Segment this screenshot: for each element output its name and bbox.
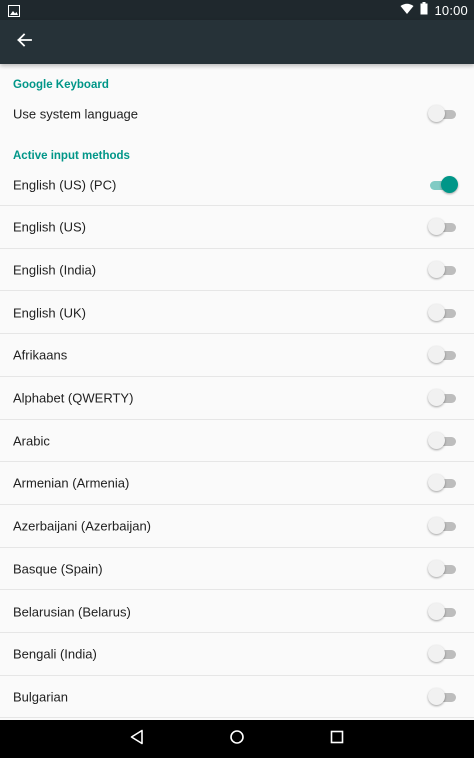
input-method-row[interactable]: Alphabet (QWERTY): [0, 377, 474, 420]
input-method-label: Bengali (India): [13, 646, 97, 662]
arrow-back-icon: [16, 32, 32, 53]
settings-list: Google Keyboard Use system language Acti…: [0, 64, 474, 720]
input-method-switch[interactable]: [428, 687, 458, 706]
input-method-row[interactable]: Belarusian (Belarus): [0, 590, 474, 633]
switch-thumb: [441, 175, 458, 193]
input-method-row[interactable]: Basque (Spain): [0, 547, 474, 591]
input-method-label: Belarusian (Belarus): [13, 604, 131, 619]
use-system-language-label: Use system language: [13, 106, 139, 121]
input-method-row[interactable]: Armenian (Armenia): [0, 462, 474, 505]
nav-recents-square-icon: [330, 730, 344, 749]
input-method-row[interactable]: Azerbaijani (Azerbaijan): [0, 505, 474, 548]
input-method-label: Afrikaans: [13, 347, 68, 363]
input-method-label: Armenian (Armenia): [13, 475, 130, 491]
input-method-row[interactable]: English (UK): [0, 291, 474, 335]
input-method-row[interactable]: English (US): [0, 206, 474, 249]
switch-thumb: [428, 474, 445, 492]
status-bar: 10:00: [0, 0, 474, 20]
input-method-switch[interactable]: [428, 303, 458, 322]
use-system-language-switch[interactable]: [428, 104, 458, 123]
input-method-switch[interactable]: [428, 431, 458, 450]
input-method-switch[interactable]: [428, 260, 458, 279]
row-divider: [0, 717, 474, 719]
input-method-row[interactable]: Bulgarian: [0, 675, 474, 719]
switch-thumb: [428, 346, 445, 364]
wifi-icon: [400, 3, 414, 18]
switch-thumb: [428, 389, 445, 406]
nav-home-circle-icon: [229, 729, 245, 750]
input-method-row[interactable]: Afrikaans: [0, 334, 474, 377]
input-method-row[interactable]: Arabic: [0, 419, 474, 463]
switch-thumb: [428, 431, 445, 449]
nav-back-button[interactable]: [122, 724, 152, 754]
input-method-label: English (US) (PC): [13, 177, 117, 192]
input-method-switch[interactable]: [428, 602, 458, 621]
nav-bar: [0, 720, 474, 758]
input-method-switch[interactable]: [428, 175, 458, 194]
switch-thumb: [428, 104, 445, 122]
input-method-label: Bulgarian: [13, 689, 68, 705]
switch-thumb: [428, 687, 445, 705]
input-method-row[interactable]: English (US) (PC): [0, 163, 474, 206]
switch-thumb: [428, 645, 445, 663]
switch-thumb: [428, 517, 445, 535]
input-method-switch[interactable]: [428, 559, 458, 578]
image-notification-icon: [8, 4, 20, 17]
input-method-row[interactable]: Bengali (India): [0, 633, 474, 676]
switch-thumb: [428, 303, 445, 321]
nav-home-button[interactable]: [222, 724, 252, 754]
nav-back-triangle-icon: [129, 729, 145, 750]
input-method-switch[interactable]: [428, 474, 458, 492]
back-button[interactable]: [8, 26, 40, 58]
switch-thumb: [428, 559, 445, 577]
switch-thumb: [428, 218, 445, 236]
section-header-google-keyboard: Google Keyboard: [13, 79, 109, 91]
input-method-switch[interactable]: [428, 389, 458, 407]
switch-thumb: [428, 602, 445, 620]
app-bar: [0, 20, 474, 64]
input-method-label: English (India): [13, 262, 97, 278]
status-time: 10:00: [434, 2, 468, 18]
input-method-label: Basque (Spain): [13, 561, 103, 577]
input-method-row[interactable]: English (India): [0, 248, 474, 292]
battery-icon: [420, 2, 428, 18]
input-method-switch[interactable]: [428, 346, 458, 364]
nav-recents-button[interactable]: [322, 724, 352, 754]
input-method-label: English (US): [13, 219, 86, 235]
input-method-switch[interactable]: [428, 645, 458, 663]
input-method-label: Alphabet (QWERTY): [13, 390, 134, 406]
input-method-label: Azerbaijani (Azerbaijan): [13, 518, 152, 534]
use-system-language-row[interactable]: Use system language: [0, 92, 474, 135]
input-method-switch[interactable]: [428, 517, 458, 535]
input-method-switch[interactable]: [428, 218, 458, 236]
input-method-label: English (UK): [13, 305, 86, 321]
switch-thumb: [428, 260, 445, 278]
input-method-label: Arabic: [13, 433, 50, 449]
section-header-active-input-methods: Active input methods: [13, 150, 130, 162]
